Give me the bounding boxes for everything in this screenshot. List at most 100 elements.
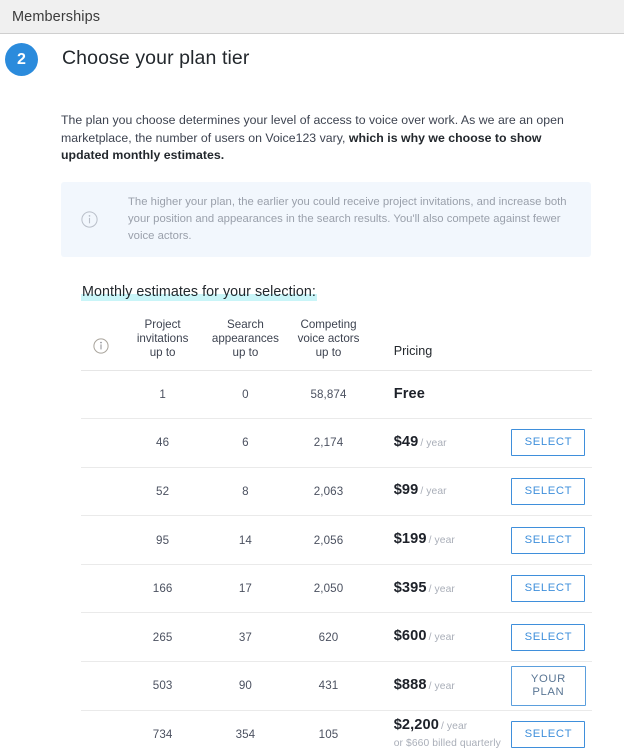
- select-button[interactable]: SELECT: [511, 429, 586, 457]
- table-head: Project invitations up to Search appeara…: [81, 317, 592, 371]
- window-titlebar: Memberships: [0, 0, 624, 34]
- page-title: Choose your plan tier: [62, 47, 250, 69]
- cell-competing: 2,174: [287, 418, 370, 468]
- cell-pricing: $600/ year: [369, 612, 511, 663]
- cell-pricing: $49/ year: [369, 418, 511, 468]
- cell-invitations: 52: [121, 467, 204, 517]
- cell-appearances: 0: [203, 370, 288, 420]
- info-notice-text: The higher your plan, the earlier you co…: [128, 195, 567, 242]
- header-line-1: Project: [144, 317, 181, 331]
- select-button[interactable]: SELECT: [511, 477, 586, 505]
- row-info-cell: [81, 612, 122, 663]
- cell-invitations: 265: [121, 612, 204, 663]
- select-button[interactable]: SELECT: [511, 575, 586, 603]
- header-info-cell: [81, 317, 122, 371]
- table-row: 734 354 105 $2,200/ year or $660 billed quar…: [81, 710, 592, 748]
- cell-appearances: 354: [203, 710, 288, 748]
- price-amount: $395: [393, 579, 427, 596]
- cell-action: SELECT: [510, 515, 592, 565]
- info-icon[interactable]: [93, 337, 109, 354]
- cell-invitations: 1: [121, 370, 204, 420]
- info-notice: The higher your plan, the earlier you co…: [61, 181, 591, 257]
- cell-pricing: Free: [369, 370, 511, 420]
- column-header-pricing: Pricing: [369, 317, 511, 371]
- price-period: / year: [428, 632, 455, 644]
- table-row: 503 90 431 $888/ year YOUR PLAN: [81, 661, 592, 711]
- cell-pricing: $888/ year: [369, 661, 511, 711]
- header-line-2: appearances: [211, 331, 279, 345]
- select-button[interactable]: SELECT: [511, 623, 586, 651]
- cell-appearances: 37: [203, 612, 288, 663]
- cell-competing: 2,050: [287, 564, 370, 614]
- table-row: 52 8 2,063 $99/ year SELECT: [81, 467, 592, 517]
- row-info-cell: [81, 515, 122, 565]
- cell-appearances: 14: [203, 515, 288, 565]
- cell-appearances: 90: [203, 661, 288, 711]
- cell-appearances: 17: [203, 564, 288, 614]
- page-content: The plan you choose determines your leve…: [0, 86, 624, 748]
- cell-invitations: 503: [121, 661, 204, 711]
- table-row: 1 0 58,874 Free: [81, 370, 592, 420]
- price-period: / year: [420, 486, 447, 498]
- cell-invitations: 46: [121, 418, 204, 468]
- table-row: 95 14 2,056 $199/ year SELECT: [81, 515, 592, 565]
- row-info-cell: [81, 661, 122, 711]
- cell-action: SELECT: [510, 710, 592, 748]
- cell-action: SELECT: [510, 418, 592, 468]
- table-body: 1 0 58,874 Free 46 6 2,174 $49/ year SELECT 52 8 2,…: [81, 370, 592, 748]
- cell-action: SELECT: [510, 564, 592, 614]
- header-line-3: up to: [149, 345, 176, 359]
- select-button[interactable]: SELECT: [511, 720, 586, 748]
- price-amount: Free: [393, 385, 425, 402]
- price-period: / year: [440, 720, 468, 732]
- table-row: 46 6 2,174 $49/ year SELECT: [81, 418, 592, 468]
- window-title: Memberships: [12, 8, 101, 25]
- row-info-cell: [81, 467, 122, 517]
- table-header-row: Project invitations up to Search appeara…: [81, 317, 592, 371]
- cell-competing: 431: [287, 661, 370, 711]
- cell-competing: 58,874: [287, 370, 370, 420]
- price-alternate-billing: or $660 billed quarterly: [393, 737, 501, 748]
- table-row: 265 37 620 $600/ year SELECT: [81, 612, 592, 663]
- cell-action: SELECT: [510, 612, 592, 663]
- cell-pricing: $2,200/ year or $660 billed quarterly: [369, 710, 511, 748]
- header-line-3: up to: [232, 345, 259, 359]
- plan-tier-table: Project invitations up to Search appeara…: [81, 317, 592, 748]
- cell-appearances: 8: [203, 467, 288, 517]
- header-line-3: up to: [315, 345, 342, 359]
- header-line-1: Competing: [300, 317, 357, 331]
- price-amount: $888: [393, 676, 427, 693]
- price-amount: $199: [393, 531, 427, 548]
- step-number-badge: 2: [5, 43, 38, 76]
- header-line-2: invitations: [136, 331, 189, 345]
- plans-table-section: Monthly estimates for your selection: Pr…: [61, 283, 592, 748]
- step-header: 2 Choose your plan tier: [0, 34, 624, 86]
- column-header-invitations: Project invitations up to: [121, 317, 204, 371]
- your-plan-button[interactable]: YOUR PLAN: [510, 665, 586, 706]
- cell-competing: 2,063: [287, 467, 370, 517]
- price-amount: $49: [393, 433, 419, 450]
- cell-competing: 2,056: [287, 515, 370, 565]
- table-caption: Monthly estimates for your selection:: [81, 283, 317, 301]
- cell-appearances: 6: [203, 418, 288, 468]
- cell-action: [510, 370, 592, 420]
- table-row: 166 17 2,050 $395/ year SELECT: [81, 564, 592, 614]
- row-info-cell: [81, 710, 122, 748]
- select-button[interactable]: SELECT: [511, 526, 586, 554]
- row-info-cell: [81, 370, 122, 420]
- price-period: / year: [420, 437, 447, 449]
- cell-pricing: $395/ year: [369, 564, 511, 614]
- info-icon: [81, 210, 98, 228]
- price-amount: $99: [393, 482, 419, 499]
- cell-invitations: 95: [121, 515, 204, 565]
- column-header-competing: Competing voice actors up to: [287, 317, 370, 371]
- header-line-2: voice actors: [297, 331, 360, 345]
- row-info-cell: [81, 418, 122, 468]
- cell-competing: 620: [287, 612, 370, 663]
- row-info-cell: [81, 564, 122, 614]
- cell-action: SELECT: [510, 467, 592, 517]
- header-line-1: Search: [227, 317, 264, 331]
- cell-action: YOUR PLAN: [510, 661, 592, 711]
- cell-pricing: $199/ year: [369, 515, 511, 565]
- column-header-appearances: Search appearances up to: [203, 317, 288, 371]
